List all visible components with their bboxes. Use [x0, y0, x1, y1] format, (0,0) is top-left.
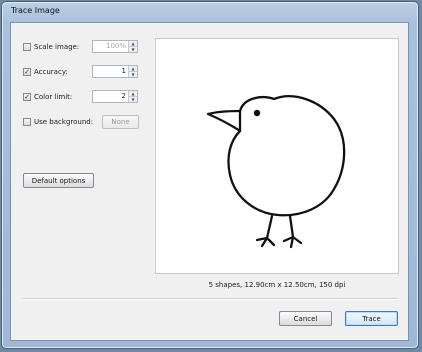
scale-image-checkbox[interactable] — [23, 43, 31, 51]
accuracy-label: Accuracy: — [34, 68, 68, 76]
accuracy-stepper[interactable]: 1 ▲ ▼ — [92, 65, 138, 78]
use-background-row: Use background: — [23, 115, 93, 129]
accuracy-value: 1 — [121, 67, 126, 75]
stepper-down-icon[interactable]: ▼ — [129, 97, 137, 102]
bird-drawing — [206, 95, 346, 249]
use-background-checkbox[interactable] — [23, 118, 31, 126]
dialog-client-area: Scale image: 100% ▲ ▼ ✓ Accuracy: 1 ▲ ▼ ✓ … — [10, 22, 409, 341]
stepper-down-icon[interactable]: ▼ — [129, 72, 137, 77]
color-limit-value: 2 — [121, 92, 126, 100]
accuracy-row: ✓ Accuracy: — [23, 65, 68, 79]
trace-image-dialog: Trace Image Scale image: 100% ▲ ▼ ✓ Accur… — [1, 1, 419, 349]
trace-button[interactable]: Trace — [345, 311, 398, 326]
color-limit-row: ✓ Color limit: — [23, 90, 72, 104]
cancel-button[interactable]: Cancel — [279, 311, 332, 326]
color-limit-stepper[interactable]: 2 ▲ ▼ — [92, 90, 138, 103]
trace-status-text: 5 shapes, 12.90cm x 12.50cm, 150 dpi — [208, 281, 346, 289]
scale-image-value: 100% — [105, 42, 126, 50]
use-background-label: Use background: — [34, 118, 94, 126]
divider — [23, 298, 399, 300]
color-limit-label: Color limit: — [34, 93, 73, 101]
accuracy-checkbox[interactable]: ✓ — [23, 68, 31, 76]
scale-image-stepper[interactable]: 100% ▲ ▼ — [92, 40, 138, 53]
scale-image-row: Scale image: — [23, 40, 79, 54]
trace-preview — [155, 38, 399, 274]
default-options-button[interactable]: Default options — [23, 173, 94, 188]
background-color-button[interactable]: None — [102, 115, 139, 129]
color-limit-checkbox[interactable]: ✓ — [23, 93, 31, 101]
dialog-title: Trace Image — [11, 6, 60, 15]
stepper-down-icon[interactable]: ▼ — [129, 47, 137, 52]
scale-image-label: Scale image: — [34, 43, 80, 51]
